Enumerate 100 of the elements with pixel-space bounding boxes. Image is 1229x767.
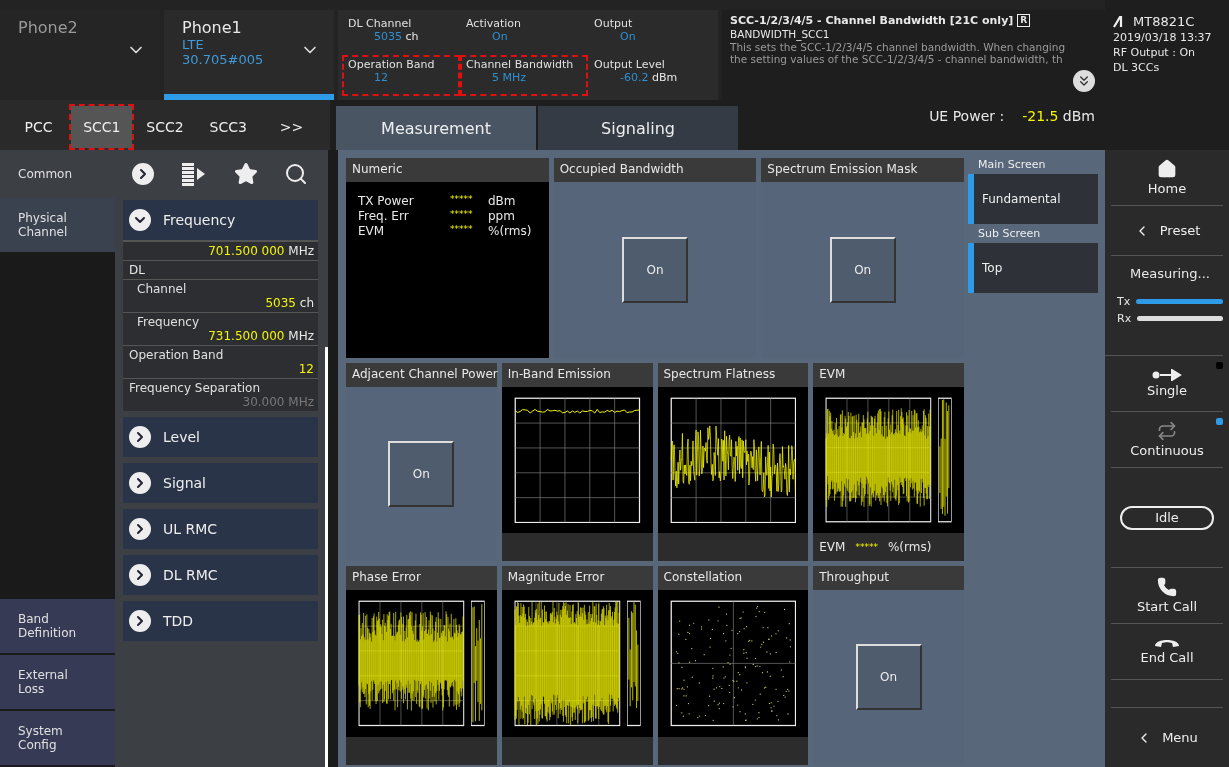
scrollbar[interactable] (325, 347, 328, 767)
section-header[interactable]: TDD (123, 601, 318, 641)
phone-mode: LTE (182, 37, 205, 52)
field-label: Channel (137, 282, 188, 296)
phone-name: Phone1 (182, 18, 243, 37)
on-button[interactable]: On (622, 237, 688, 303)
field-value: 731.500 000 MHz (208, 329, 314, 343)
field-label: Frequency (137, 315, 200, 329)
reading-unit: %(rms) (488, 224, 533, 238)
nav-item[interactable]: Band Definition (0, 599, 115, 653)
panel-title: Phase Error (346, 566, 497, 590)
on-button[interactable]: On (388, 441, 455, 507)
dot-arrow-icon (1152, 369, 1182, 381)
section-header[interactable]: Signal (123, 463, 318, 503)
carrier-tab[interactable]: >> (260, 106, 322, 148)
hang-up-icon (1154, 638, 1180, 648)
rf-output: RF Output : On (1113, 46, 1196, 59)
field-value: 701.500 000 MHz (208, 244, 314, 258)
help-command: BANDWIDTH_SCC1 (730, 28, 831, 40)
section-header[interactable]: DL RMC (123, 555, 318, 595)
status-value: 5 MHz (491, 71, 527, 84)
carrier-tab[interactable]: SCC3 (197, 106, 259, 148)
carrier-tab[interactable]: PCC (8, 106, 70, 148)
panel-title: Throughput (813, 566, 964, 590)
star-icon[interactable] (234, 162, 258, 186)
reading-value: ***** (450, 224, 474, 236)
status-label: Activation (466, 17, 523, 30)
on-button[interactable]: On (855, 644, 922, 711)
screen-heading: Sub Screen (977, 227, 1042, 240)
group-label: DL (128, 262, 146, 279)
on-button[interactable]: On (829, 237, 896, 303)
nav-item[interactable]: System Config (0, 711, 115, 765)
field-label: Operation Band (129, 348, 225, 362)
chevron-circle-icon[interactable] (132, 163, 154, 185)
chevron-circle-icon (129, 518, 151, 540)
screen-button[interactable]: Fundamental (968, 174, 1098, 224)
carrier-tab[interactable]: SCC2 (134, 106, 196, 148)
idle-button[interactable]: Idle (1120, 505, 1214, 530)
reading-unit: dBm (488, 194, 517, 208)
status-value: 5035 ch (373, 30, 419, 43)
chevron-circle-icon (129, 472, 151, 494)
meter-label: Tx (1117, 295, 1131, 308)
status-value: -60.2 dBm (619, 71, 678, 84)
panel-title: Constellation (657, 566, 809, 590)
result-value: ***** (855, 542, 878, 552)
phone-icon (1157, 577, 1177, 597)
status-label: Channel Bandwidth (466, 58, 574, 71)
search-icon[interactable] (284, 162, 308, 186)
ue-power-value: -21.5 dBm (1022, 108, 1095, 124)
status-value: On (491, 30, 508, 43)
panel-title: Spectrum Emission Mask (761, 158, 964, 182)
measuring-status: Measuring... (1129, 266, 1210, 281)
section-header[interactable]: UL RMC (123, 509, 318, 549)
status-value: On (619, 30, 636, 43)
status-label: DL Channel (348, 17, 413, 30)
chevron-circle-icon (129, 564, 151, 586)
panel-title: Adjacent Channel Power (346, 363, 497, 387)
screen-heading: Main Screen (977, 158, 1047, 171)
help-text: This sets the SCC-1/2/3/4/5 channel bandwidth. When changing the setting values of the SCC-1/2/3/4/5 - channel bandwidth, th (730, 41, 1067, 65)
help-title: SCC-1/2/3/4/5 - Channel Bandwidth [21C only] R (730, 14, 1097, 27)
chevron-circle-icon (129, 426, 151, 448)
result-label: EVM (819, 540, 846, 554)
field-value: 30.000 MHz (242, 395, 314, 409)
status-label: Operation Band (348, 58, 436, 71)
date-time: 2019/03/18 13:37 (1113, 31, 1213, 44)
field-value: 5035 ch (265, 296, 314, 310)
chevron-down-circle-icon (129, 209, 151, 231)
view-tab[interactable]: Measurement (336, 106, 536, 150)
section-header[interactable]: Frequency (123, 200, 318, 240)
model-name: MT8821C (1113, 14, 1221, 29)
phone-name: Phone2 (18, 18, 79, 37)
reading-label: TX Power (358, 194, 415, 208)
parameter-field[interactable]: Operation Band 12 (123, 345, 318, 378)
panel-title: EVM (813, 363, 964, 387)
phone-detail: 30.705#005 (182, 52, 265, 67)
screen-button[interactable]: Top (968, 243, 1098, 293)
panel-title: Occupied Bandwidth (553, 158, 757, 182)
nav-item[interactable]: Common (0, 150, 115, 198)
field-value: 12 (298, 362, 314, 376)
result-unit: %(rms) (887, 540, 932, 554)
status-label: Output Level (594, 58, 666, 71)
status-value: 12 (373, 71, 388, 84)
nav-item[interactable]: External Loss (0, 655, 115, 709)
panel-title: Spectrum Flatness (657, 363, 809, 387)
chevron-circle-icon (129, 610, 151, 632)
nav-item[interactable]: Physical Channel (0, 198, 115, 252)
carrier-tab[interactable]: SCC1 (71, 106, 133, 148)
reading-label: Freq. Err (358, 209, 410, 223)
view-tab[interactable]: Signaling (538, 106, 738, 150)
section-header[interactable]: Level (123, 417, 318, 457)
remote-badge: R (1017, 14, 1031, 27)
carrier-count: DL 3CCs (1113, 61, 1161, 74)
phone-selector[interactable]: Phone1 LTE 30.705#005 (164, 10, 334, 100)
status-label: Output (594, 17, 634, 30)
home-icon (1157, 159, 1177, 179)
meter-label: Rx (1117, 312, 1132, 325)
reading-value: ***** (450, 194, 474, 206)
expand-button[interactable] (1073, 70, 1095, 92)
field-label: Frequency Separation (129, 381, 262, 395)
repeat-icon (1157, 421, 1177, 441)
